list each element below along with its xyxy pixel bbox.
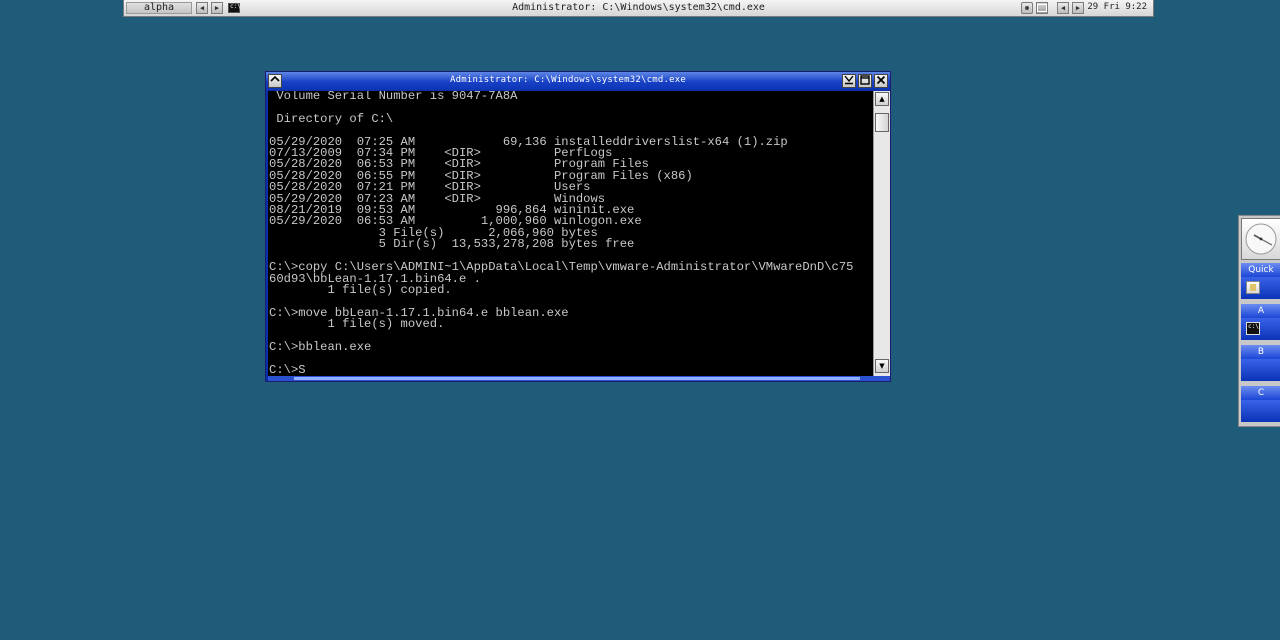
quick-launch-header: Quick <box>1241 263 1280 277</box>
window-menu-button[interactable] <box>268 74 282 88</box>
close-icon <box>876 75 886 85</box>
next-window-button[interactable]: ▶ <box>1072 2 1084 14</box>
minimize-icon <box>844 75 854 85</box>
cmd-window[interactable]: Administrator: C:\Windows\system32\cmd.e… <box>265 71 891 382</box>
scroll-thumb[interactable] <box>875 113 889 132</box>
minimize-button[interactable] <box>842 74 856 88</box>
workspace-c-header[interactable]: C <box>1241 386 1280 400</box>
clock-icon <box>1245 223 1277 255</box>
workspace-b-tasks[interactable] <box>1241 359 1280 381</box>
workspace-a-tasks[interactable] <box>1241 318 1280 340</box>
top-toolbar: alpha ◀ ▶ Administrator: C:\Windows\syst… <box>123 0 1154 17</box>
workspace-c-tasks[interactable] <box>1241 400 1280 422</box>
prev-workspace-button[interactable]: ◀ <box>196 2 208 14</box>
active-window-title: Administrator: C:\Windows\system32\cmd.e… <box>512 2 765 13</box>
explorer-icon[interactable] <box>1246 281 1260 294</box>
cmd-window-title: Administrator: C:\Windows\system32\cmd.e… <box>450 75 686 85</box>
maximize-icon <box>860 75 870 85</box>
resize-handle-bar[interactable] <box>268 376 890 381</box>
cmd-task-icon[interactable] <box>228 3 241 13</box>
close-button[interactable] <box>874 74 888 88</box>
workspace-a-header[interactable]: A <box>1241 304 1280 318</box>
scroll-up-button[interactable]: ▲ <box>875 92 889 106</box>
console-icon[interactable] <box>1246 322 1260 335</box>
next-workspace-button[interactable]: ▶ <box>211 2 223 14</box>
scroll-down-button[interactable]: ▼ <box>875 359 889 373</box>
vertical-scrollbar[interactable]: ▲ ▼ <box>873 91 890 376</box>
maximize-button[interactable] <box>858 74 872 88</box>
console-text: Volume Serial Number is 9047-7A8A Direct… <box>269 91 854 376</box>
vm-tray-icon[interactable] <box>1036 2 1048 14</box>
cmd-titlebar[interactable]: Administrator: C:\Windows\system32\cmd.e… <box>266 72 890 90</box>
prev-window-button[interactable]: ◀ <box>1057 2 1069 14</box>
workspace-label[interactable]: alpha <box>126 2 192 14</box>
quick-launch-area[interactable] <box>1241 277 1280 299</box>
console-output[interactable]: Volume Serial Number is 9047-7A8A Direct… <box>268 91 873 376</box>
tray-dot-icon[interactable] <box>1021 2 1033 14</box>
toolbar-clock[interactable]: 29 Fri 9:22 <box>1087 2 1147 13</box>
chevron-up-icon <box>270 75 280 82</box>
slit-panel: Quick A B C <box>1238 215 1280 427</box>
analog-clock[interactable] <box>1241 218 1280 260</box>
resize-handle-grip[interactable] <box>294 377 860 380</box>
workspace-b-header[interactable]: B <box>1241 345 1280 359</box>
